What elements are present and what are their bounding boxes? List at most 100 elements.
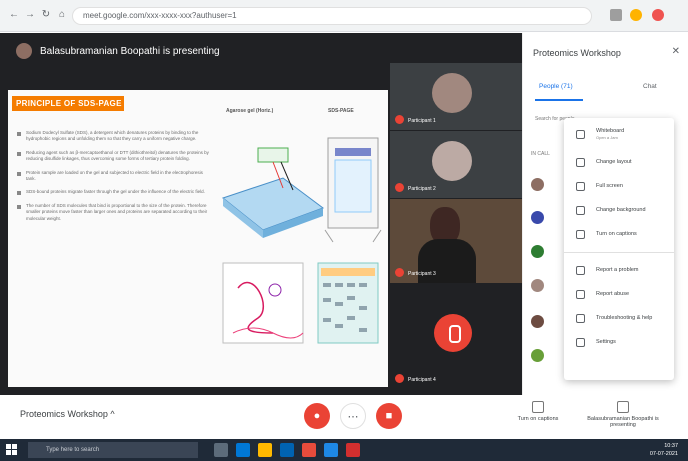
meeting-name-text: Proteomics Workshop [20,409,108,419]
help-icon [576,314,585,323]
chrome-icon[interactable] [302,443,316,457]
windows-taskbar: Type here to search 10:37 07-07-2021 [0,439,688,461]
presentation-button[interactable]: Balasubramanian Boopathi is presenting [578,401,668,428]
taskbar-search-input[interactable]: Type here to search [28,442,198,458]
slide-bullet: The number of SDS molecules that bind is… [16,203,211,222]
more-options-menu: Whiteboard Open a Jam Change layout Full… [564,118,674,380]
shared-screen-slide: PRINCIPLE OF SDS-PAGE Sodium Dodecyl Sul… [8,90,388,387]
participant-avatar [432,141,472,181]
mic-icon [434,314,472,352]
task-view-icon[interactable] [214,443,228,457]
present-screen-icon [617,401,629,413]
meeting-name[interactable]: Proteomics Workshop ^ [20,409,115,419]
menu-item-label: Turn on captions [596,231,637,237]
captions-icon [576,230,585,239]
slide-title: PRINCIPLE OF SDS-PAGE [12,96,124,111]
participant-list-avatar[interactable] [531,279,544,292]
app-icon[interactable] [346,443,360,457]
menu-item-captions[interactable]: Turn on captions [564,224,674,244]
fullscreen-icon [576,182,585,191]
participant-list-avatar[interactable] [531,178,544,191]
participant-name: Participant 1 [408,118,436,124]
browser-toolbar: ← → ↻ ⌂ meet.google.com/xxx-xxxx-xxx?aut… [0,0,688,32]
star-icon[interactable] [610,9,622,21]
extensions-icon[interactable] [630,9,642,21]
mic-off-icon [395,374,404,383]
menu-item-change-layout[interactable]: Change layout [564,152,674,172]
tab-people[interactable]: People (71) [539,83,573,90]
panel-title: Proteomics Workshop [533,48,621,58]
participant-tile[interactable]: Participant 2 [390,131,522,198]
presenting-label: Balasubramanian Boopathi is presenting [587,416,659,428]
menu-item-label: Full screen [596,183,623,189]
close-icon[interactable]: ✕ [672,46,680,57]
participant-avatar [432,73,472,113]
clock-date: 07-07-2021 [649,451,678,457]
participant-list-avatar[interactable] [531,315,544,328]
mail-icon[interactable] [324,443,338,457]
figure-label: SDS-PAGE [328,108,354,114]
file-explorer-icon[interactable] [258,443,272,457]
forward-icon[interactable]: → [24,9,36,21]
menu-item-settings[interactable]: Settings [564,332,674,352]
captions-button[interactable]: Turn on captions [493,401,583,422]
chevron-up-icon: ^ [110,409,115,419]
more-options-button[interactable]: ⋯ [340,403,366,429]
presenter-banner: Balasubramanian Boopathi is presenting [16,43,220,59]
menu-item-change-background[interactable]: Change background [564,200,674,220]
taskbar-clock[interactable]: 10:37 07-07-2021 [650,442,678,458]
meeting-stage: Balasubramanian Boopathi is presenting P… [0,33,522,395]
camera-toggle-button[interactable]: ■ [376,403,402,429]
participant-tile[interactable]: Participant 1 [390,63,522,130]
mic-off-icon [395,268,404,277]
presenter-label: Balasubramanian Boopathi is presenting [40,45,220,57]
menu-item-label: Troubleshooting & help [596,315,653,321]
menu-item-troubleshooting[interactable]: Troubleshooting & help [564,308,674,328]
slide-bullets: Sodium Dodecyl Sulfate (SDS), a detergen… [16,130,211,229]
participant-name: Participant 4 [408,377,436,383]
gel-tank-image [221,147,325,238]
participant-video-tile[interactable]: Participant 3 [390,199,522,283]
clock-time: 10:37 [664,443,678,449]
pen-icon [576,130,585,139]
menu-item-label: Settings [596,339,616,345]
meeting-controls-bar: Proteomics Workshop ^ ● ⋯ ■ Turn on capt… [0,395,688,439]
in-call-label: IN CALL [531,151,550,157]
menu-item-label: Report abuse [596,291,630,297]
participant-name: Participant 3 [408,271,436,277]
presenter-avatar [16,43,32,59]
participant-list-avatar[interactable] [531,349,544,362]
menu-item-report-abuse[interactable]: Report abuse [564,284,674,304]
participant-list-avatar[interactable] [531,245,544,258]
mic-off-icon [395,183,404,192]
menu-item-report-problem[interactable]: Report a problem [564,260,674,280]
tab-chat[interactable]: Chat [643,83,657,90]
settings-icon [576,338,585,347]
home-icon[interactable]: ⌂ [56,9,68,21]
slide-bullet: SDS-bound proteins migrate faster throug… [16,189,211,196]
back-icon[interactable]: ← [8,9,20,21]
reload-icon[interactable]: ↻ [40,9,52,21]
menu-item-label: Change background [596,207,646,213]
participant-list-avatar[interactable] [531,211,544,224]
edge-icon[interactable] [236,443,250,457]
address-bar[interactable]: meet.google.com/xxx-xxxx-xxx?authuser=1 [72,7,592,25]
report-icon [576,290,585,299]
protein-bands-image [317,262,379,344]
active-tab-indicator [535,99,583,101]
sds-binding-image [222,262,304,344]
store-icon[interactable] [280,443,294,457]
menu-item-whiteboard[interactable]: Whiteboard Open a Jam [564,124,674,150]
menu-item-full-screen[interactable]: Full screen [564,176,674,196]
mic-toggle-button[interactable]: ● [304,403,330,429]
background-icon [576,206,585,215]
menu-item-label: Whiteboard [596,128,625,134]
figure-label: Agarose gel (Horiz.) [226,108,274,114]
self-tile[interactable]: Participant 4 [390,284,522,389]
slide-bullet: Reducing agent such as β-mercaptoethanol… [16,150,211,163]
layout-icon [576,158,585,167]
feedback-icon [576,266,585,275]
slide-bullet: Sodium Dodecyl Sulfate (SDS), a detergen… [16,130,211,143]
windows-start-icon[interactable] [6,444,18,456]
profile-icon[interactable] [652,9,664,21]
